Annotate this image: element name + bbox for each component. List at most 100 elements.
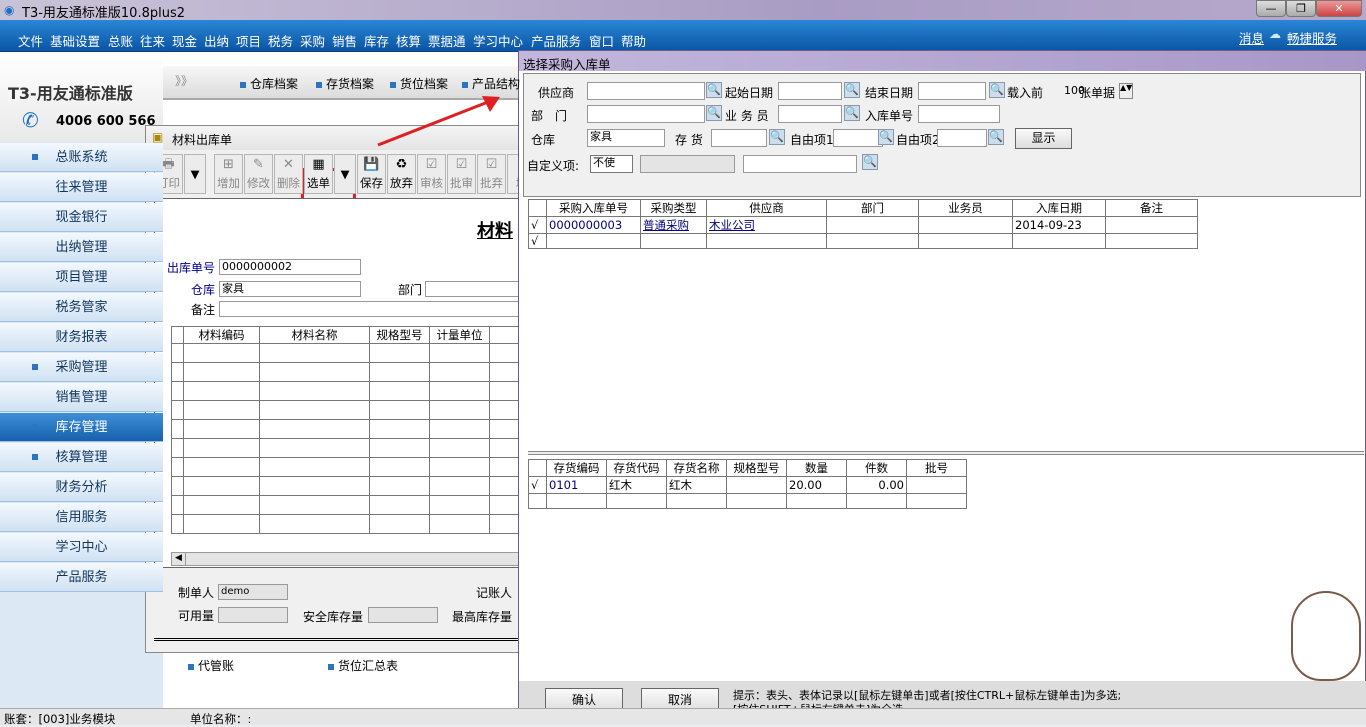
table-cell[interactable] [259,343,370,363]
table-cell[interactable] [259,381,370,401]
table-cell[interactable] [369,438,430,458]
table-cell[interactable] [606,493,667,509]
maximize-button[interactable]: ❐ [1286,0,1316,17]
table-cell[interactable]: 0000000003 [546,216,641,234]
sidebar-item[interactable]: 财务报表 [0,323,163,352]
table-cell[interactable] [183,362,260,382]
table-cell[interactable] [846,493,907,509]
menu-14[interactable]: 产品服务 [531,31,581,50]
table-cell[interactable] [918,233,1013,249]
table-cell[interactable] [369,381,430,401]
sidebar-item[interactable]: 总账系统 [0,143,163,172]
table-cell[interactable] [259,457,370,477]
shortcut-location-summary[interactable]: 货位汇总表 [328,657,398,674]
sidebar-item[interactable]: 信用服务 [0,503,163,532]
table-cell[interactable] [826,233,919,249]
close-button[interactable]: ✕ [1316,0,1362,17]
table-cell[interactable] [259,514,370,534]
table-cell[interactable] [489,343,520,363]
table-cell[interactable] [906,493,967,509]
table-cell[interactable]: √ [528,216,547,234]
table-cell[interactable]: √ [528,233,547,249]
filter-input[interactable] [778,82,842,100]
table-cell[interactable] [640,233,707,249]
table-cell[interactable] [183,457,260,477]
search-icon[interactable]: 🔍 [989,82,1005,98]
search-icon[interactable]: 🔍 [706,82,722,98]
menu-7[interactable]: 税务 [268,31,293,50]
table-cell[interactable] [429,476,490,496]
toolbar-button-1[interactable]: ▼ [184,154,206,194]
table-cell[interactable] [489,457,520,477]
note-field[interactable] [219,301,520,317]
horizontal-scrollbar[interactable]: ◀ [171,552,520,566]
search-icon[interactable]: 🔍 [844,82,860,98]
table-cell[interactable] [429,362,490,382]
table-cell[interactable] [1105,233,1198,249]
splitter[interactable] [154,638,519,641]
table-cell[interactable] [171,400,184,420]
search-icon[interactable]: 🔍 [862,154,878,170]
table-cell[interactable] [171,419,184,439]
filter-input[interactable] [743,155,857,173]
menu-10[interactable]: 库存 [364,31,389,50]
search-icon[interactable]: 🔍 [769,129,785,145]
sidebar-item[interactable]: 产品服务 [0,563,163,592]
table-cell[interactable] [171,514,184,534]
table-cell[interactable] [429,457,490,477]
table-cell[interactable] [489,495,520,515]
table-cell[interactable] [171,343,184,363]
sidebar-item[interactable]: 采购管理 [0,353,163,382]
table-row[interactable]: √ [528,233,1198,249]
table-cell[interactable] [1105,216,1198,234]
table-cell[interactable] [259,495,370,515]
table-cell[interactable] [171,457,184,477]
filter-input[interactable] [587,105,705,123]
sidebar-item[interactable]: 学习中心 [0,533,163,562]
show-button[interactable]: 显示 [1015,128,1072,149]
table-cell[interactable] [489,362,520,382]
filter-input[interactable] [937,129,987,147]
table-cell[interactable] [259,476,370,496]
shortcut-item[interactable]: 产品结构 [462,75,520,92]
table-cell[interactable]: 2014-09-23 [1012,216,1106,234]
toolbar-button-7[interactable]: 💾 保存 [357,154,386,194]
table-cell[interactable] [906,476,967,494]
table-cell[interactable]: 0101 [546,476,607,494]
table-cell[interactable] [183,438,260,458]
table-cell[interactable] [826,216,919,234]
warehouse-field[interactable]: 家具 [219,281,361,297]
table-cell[interactable] [183,381,260,401]
table-cell[interactable]: 0.00 [846,476,907,494]
table-cell[interactable] [183,400,260,420]
menu-9[interactable]: 销售 [332,31,357,50]
table-cell[interactable] [369,495,430,515]
toolbar-button-6[interactable]: ▼ [334,154,356,194]
menu-4[interactable]: 现金 [172,31,197,50]
sidebar-item[interactable]: 往来管理 [0,173,163,202]
table-cell[interactable] [918,216,1013,234]
sidebar-item[interactable]: 销售管理 [0,383,163,412]
table-cell[interactable] [183,514,260,534]
dept-field[interactable] [425,281,520,297]
table-cell[interactable] [1012,233,1106,249]
table-cell[interactable] [171,362,184,382]
table-cell[interactable]: 木业公司 [706,216,827,234]
table-cell[interactable] [429,343,490,363]
pane-splitter[interactable] [528,451,1364,455]
shortcut-item[interactable]: 仓库档案 [240,75,298,92]
filter-input[interactable] [778,105,842,123]
shortcut-item[interactable]: 货位档案 [390,75,448,92]
table-cell[interactable] [183,343,260,363]
menu-11[interactable]: 核算 [396,31,421,50]
table-cell[interactable] [706,233,827,249]
table-cell[interactable]: 普通采购 [640,216,707,234]
table-cell[interactable] [369,514,430,534]
table-cell[interactable] [171,476,184,496]
search-icon[interactable]: 🔍 [988,129,1004,145]
sidebar-item[interactable]: 库存管理 [0,413,163,442]
toolbar-button-2[interactable]: ⊞ 增加 [214,154,243,194]
table-cell[interactable] [259,438,370,458]
table-cell[interactable]: 红木 [606,476,667,494]
toolbar-button-5[interactable]: ▦ 选单 [304,154,333,194]
